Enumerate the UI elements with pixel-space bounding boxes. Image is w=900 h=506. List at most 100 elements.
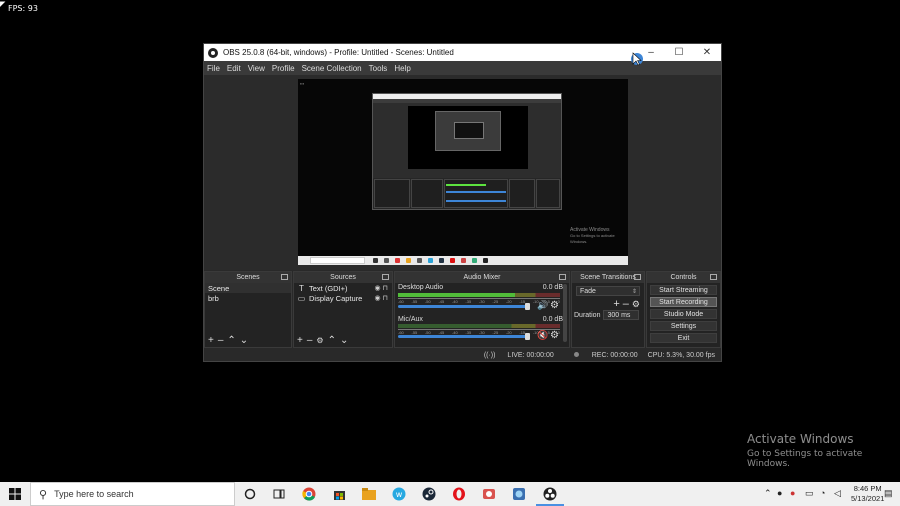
remove-transition-button[interactable]: – — [623, 299, 629, 310]
volume-slider[interactable] — [398, 333, 530, 340]
add-source-button[interactable]: + — [297, 336, 303, 346]
taskbar-search-box[interactable]: ⚲ Type here to search — [30, 482, 235, 506]
visibility-lock-icons[interactable]: ◉ ⊓ — [374, 294, 388, 302]
window-title: OBS 25.0.8 (64-bit, windows) - Profile: … — [223, 48, 454, 57]
tray-chevron-up-icon[interactable]: ⌃ — [764, 488, 772, 499]
controls-dock: Controls Start Streaming Start Recording… — [646, 271, 721, 348]
menu-help[interactable]: Help — [394, 64, 410, 73]
task-view-icon[interactable] — [271, 486, 287, 502]
preview-canvas[interactable]: ▪▪▪ Activate Windows Go to Settings to a… — [298, 79, 628, 265]
meter-tick-label: -60 — [398, 299, 404, 304]
add-transition-button[interactable]: + — [613, 299, 619, 310]
app-w-icon[interactable]: w — [391, 486, 407, 502]
scene-item-scene[interactable]: Scene — [205, 283, 291, 293]
menu-view[interactable]: View — [248, 64, 265, 73]
menu-file[interactable]: File — [207, 64, 220, 73]
meter-tick-label: -25 — [492, 330, 499, 335]
fps-counter: FPS: 93 — [8, 4, 38, 13]
scene-item-brb[interactable]: brb — [205, 293, 291, 303]
meter-ticks: -60 -55 -50 -45 -40 -35 -30 -25 -20 -15 -10 -5 0 — [398, 298, 560, 304]
mixer-scrollbar[interactable] — [563, 284, 567, 342]
preview-fps-label: ▪▪▪ — [300, 81, 305, 86]
scene-transitions-dock: Scene Transitions Fade + – ⚙ Duration 30… — [571, 271, 645, 348]
monitor-icon: ▭ — [297, 293, 306, 303]
system-clock[interactable]: 8:46 PM 5/13/2021 — [851, 484, 884, 504]
gear-icon[interactable]: ⚙ — [550, 300, 559, 311]
start-streaming-button[interactable]: Start Streaming — [650, 285, 717, 295]
notifications-icon[interactable]: ▤ — [884, 488, 893, 499]
scenes-dock: Scenes Scene brb + – ⌃ ⌄ — [204, 271, 292, 348]
desktop: ◤ FPS: 93 OBS 25.0.8 (64-bit, windows) -… — [0, 0, 900, 506]
remove-scene-button[interactable]: – — [218, 336, 224, 346]
audio-mixer-header: Audio Mixer — [395, 272, 569, 283]
search-icon: ⚲ — [39, 488, 48, 501]
duration-spinbox[interactable]: 300 ms — [603, 310, 640, 320]
move-down-icon[interactable]: ⌄ — [340, 336, 348, 346]
scenes-toolbar: + – ⌃ ⌄ — [205, 335, 291, 347]
undock-icon[interactable] — [382, 274, 389, 280]
source-settings-gear-icon[interactable]: ⚙ — [316, 336, 323, 346]
tray-record-icon[interactable]: ● — [790, 488, 795, 498]
menu-tools[interactable]: Tools — [369, 64, 388, 73]
meter-tick-label: -30 — [478, 330, 485, 335]
exit-button[interactable]: Exit — [650, 333, 717, 343]
obs-logo-icon — [208, 47, 218, 58]
start-recording-button[interactable]: Start Recording — [650, 297, 717, 307]
app-capture-icon[interactable] — [481, 486, 497, 502]
volume-slider[interactable] — [398, 303, 530, 310]
visibility-lock-icons[interactable]: ◉ ⊓ — [374, 284, 388, 292]
live-status: ((·)) LIVE: 00:00:00 — [483, 351, 554, 359]
tray-volume-icon[interactable]: ◁ — [834, 488, 841, 499]
studio-mode-button[interactable]: Studio Mode — [650, 309, 717, 319]
duration-row: Duration 300 ms — [572, 310, 644, 320]
volume-meter — [398, 324, 560, 328]
speaker-muted-icon[interactable]: 🔇 — [537, 330, 548, 341]
svg-text:w: w — [396, 490, 403, 499]
undock-icon[interactable] — [634, 274, 641, 280]
status-bar: ((·)) LIVE: 00:00:00 REC: 00:00:00 CPU: … — [204, 349, 721, 361]
remove-source-button[interactable]: – — [307, 336, 313, 346]
settings-button[interactable]: Settings — [650, 321, 717, 331]
move-up-icon[interactable]: ⌃ — [227, 336, 235, 346]
meter-tick-label: -60 — [398, 330, 404, 335]
menu-scene-collection[interactable]: Scene Collection — [302, 64, 362, 73]
meter-tick-label: -50 — [424, 330, 431, 335]
undock-icon[interactable] — [281, 274, 288, 280]
tray-network-icon[interactable]: ◔ — [820, 488, 825, 498]
move-up-icon[interactable]: ⌃ — [328, 336, 336, 346]
source-item-display-capture[interactable]: ▭ Display Capture ◉ ⊓ — [294, 293, 392, 303]
steam-icon[interactable] — [421, 486, 437, 502]
cpu-status: CPU: 5.3%, 30.00 fps — [647, 351, 715, 359]
text-icon: T — [299, 283, 304, 293]
meter-tick-label: -40 — [451, 330, 458, 335]
obs-taskbar-icon[interactable] — [542, 486, 558, 502]
maximize-button[interactable]: ☐ — [665, 44, 693, 61]
undock-icon[interactable] — [710, 274, 717, 280]
tray-display-icon[interactable]: ▭ — [805, 488, 814, 499]
gear-icon[interactable]: ⚙ — [550, 330, 559, 341]
meter-tick-label: -25 — [492, 299, 499, 304]
opera-icon[interactable] — [451, 486, 467, 502]
add-scene-button[interactable]: + — [208, 336, 214, 346]
menu-edit[interactable]: Edit — [227, 64, 241, 73]
source-item-text[interactable]: T Text (GDI+) ◉ ⊓ — [294, 283, 392, 293]
transition-select[interactable]: Fade — [576, 286, 640, 296]
close-button[interactable]: ✕ — [693, 44, 721, 61]
meter-tick-label: -55 — [411, 330, 418, 335]
preview-activate-watermark: Activate Windows Go to Settings to activ… — [570, 227, 615, 244]
file-explorer-icon[interactable] — [361, 486, 377, 502]
tray-steam-icon[interactable]: ● — [777, 488, 782, 498]
cortana-icon[interactable] — [242, 486, 258, 502]
meter-tick-label: -35 — [465, 330, 472, 335]
sources-dock-header: Sources — [294, 272, 392, 283]
app-game-icon[interactable] — [511, 486, 527, 502]
speaker-icon[interactable]: 🔊 — [537, 300, 548, 311]
transition-gear-icon[interactable]: ⚙ — [632, 299, 640, 309]
undock-icon[interactable] — [559, 274, 566, 280]
menu-profile[interactable]: Profile — [272, 64, 295, 73]
windows-start-icon[interactable] — [0, 482, 30, 506]
rec-status: REC: 00:00:00 — [564, 351, 638, 359]
move-down-icon[interactable]: ⌄ — [240, 336, 248, 346]
chrome-icon[interactable] — [301, 486, 317, 502]
store-icon[interactable] — [331, 486, 347, 502]
